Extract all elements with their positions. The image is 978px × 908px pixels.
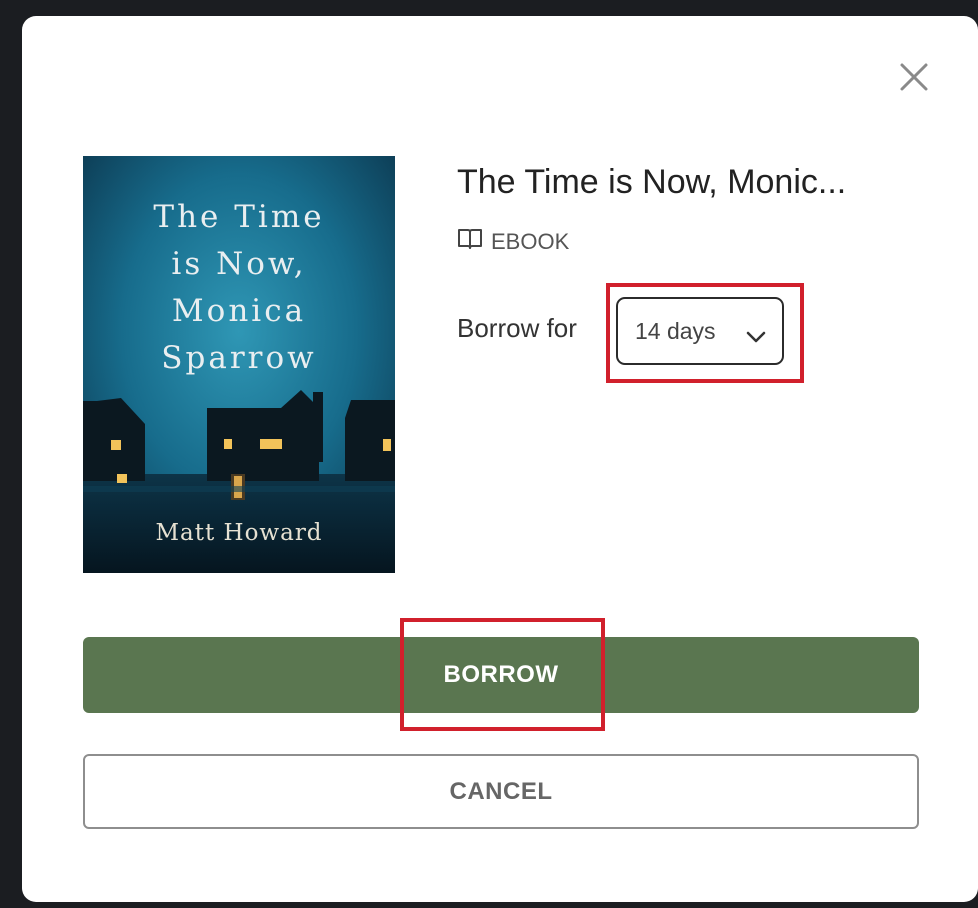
loan-period-value: 14 days: [635, 317, 716, 344]
cover-title: The Time is Now, Monica Sparrow: [153, 199, 325, 376]
format-label: EBOOK: [491, 229, 570, 254]
borrow-for-label: Borrow for: [457, 313, 577, 343]
cover-author: Matt Howard: [155, 520, 323, 546]
chevron-down-icon: [746, 323, 766, 350]
loan-period-select[interactable]: 14 days: [616, 297, 784, 365]
book-title: The Time is Now, Monic...: [457, 163, 847, 201]
open-book-icon: [457, 227, 483, 257]
book-cover: The Time is Now, Monica Sparrow Matt How…: [83, 156, 395, 573]
book-format: EBOOK: [457, 228, 569, 256]
close-icon[interactable]: [892, 55, 936, 99]
cancel-button[interactable]: CANCEL: [83, 754, 919, 829]
borrow-button[interactable]: BORROW: [83, 637, 919, 713]
